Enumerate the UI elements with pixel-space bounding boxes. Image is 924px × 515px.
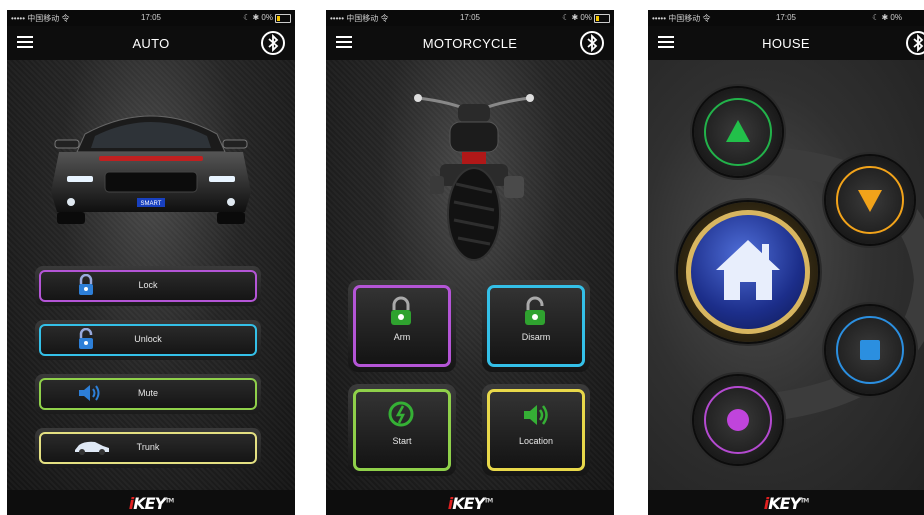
- brand-footer: iKEYTM: [648, 490, 924, 515]
- bluetooth-icon[interactable]: [580, 31, 604, 55]
- page-title: MOTORCYCLE: [422, 36, 518, 51]
- location-label: Location: [518, 436, 554, 446]
- home-button[interactable]: [678, 202, 818, 342]
- trunk-button[interactable]: Trunk: [35, 428, 261, 468]
- motorcycle-body: Arm Disarm Start Location: [326, 60, 614, 490]
- home-icon: [716, 240, 780, 300]
- unlock-label: Unlock: [134, 334, 162, 344]
- auto-screen: ••••• 中国移动 令 17:05 ☾ ✱ 0% AUTO SMART Loc…: [7, 10, 295, 515]
- record-icon: [727, 409, 749, 431]
- license-plate: SMART: [141, 201, 162, 207]
- lock-label: Lock: [138, 280, 158, 290]
- down-arrow-icon: [858, 190, 882, 212]
- status-bar: ••••• 中国移动 令 17:05 ☾ ✱ 0%: [326, 10, 614, 26]
- nav-bar: AUTO: [7, 26, 295, 60]
- mute-button[interactable]: Mute: [35, 374, 261, 414]
- ikey-logo: iKEYTM: [128, 494, 174, 513]
- bluetooth-icon[interactable]: [261, 31, 285, 55]
- car-image: SMART: [51, 115, 251, 224]
- house-screen: ••••• 中国移动 令 17:05 ☾ ✱ 0% HOUSE iKEYTM: [648, 10, 924, 515]
- stop-icon: [860, 340, 880, 360]
- arm-label: Arm: [393, 332, 411, 342]
- trunk-label: Trunk: [136, 442, 160, 452]
- up-arrow-icon: [726, 120, 750, 142]
- disarm-button[interactable]: Disarm: [482, 280, 590, 372]
- motorcycle-screen: ••••• 中国移动 令 17:05 ☾ ✱ 0% MOTORCYCLE Arm…: [326, 10, 614, 515]
- start-label: Start: [392, 436, 412, 446]
- location-button[interactable]: Location: [482, 384, 590, 476]
- page-title: AUTO: [132, 36, 170, 51]
- arm-button[interactable]: Arm: [348, 280, 456, 372]
- down-button[interactable]: [826, 156, 914, 244]
- brand-footer: iKEYTM: [7, 490, 295, 515]
- ikey-logo: iKEYTM: [763, 494, 809, 513]
- status-icons: ☾ ✱ 0%: [872, 13, 902, 22]
- speaker-icon: [524, 405, 548, 425]
- green-padlock-icon: [391, 296, 411, 325]
- start-icon: [388, 401, 414, 427]
- nav-bar: HOUSE: [648, 26, 924, 60]
- mute-label: Mute: [137, 388, 158, 398]
- battery-icon: [275, 14, 291, 23]
- auto-body: SMART Lock Unlock Mute Trunk: [7, 60, 295, 490]
- start-button[interactable]: Start: [348, 384, 456, 476]
- unlock-button[interactable]: Unlock: [35, 320, 261, 360]
- motorcycle-image: [414, 94, 534, 261]
- green-padlock-open-icon: [525, 296, 545, 325]
- lock-button[interactable]: Lock: [35, 266, 261, 306]
- house-body: [648, 60, 924, 490]
- status-icons: ☾ ✱ 0%: [243, 13, 273, 22]
- ikey-logo: iKEYTM: [447, 494, 493, 513]
- status-bar: ••••• 中国移动 令 17:05 ☾ ✱ 0%: [7, 10, 295, 26]
- status-bar: ••••• 中国移动 令 17:05 ☾ ✱ 0%: [648, 10, 924, 26]
- up-button[interactable]: [694, 88, 782, 176]
- bluetooth-icon[interactable]: [906, 31, 924, 55]
- record-button[interactable]: [694, 376, 782, 464]
- stop-button[interactable]: [826, 306, 914, 394]
- status-icons: ☾ ✱ 0%: [562, 13, 592, 22]
- battery-icon: [594, 14, 610, 23]
- brand-footer: iKEYTM: [326, 490, 614, 515]
- disarm-label: Disarm: [521, 332, 551, 342]
- nav-bar: MOTORCYCLE: [326, 26, 614, 60]
- page-title: HOUSE: [762, 36, 810, 51]
